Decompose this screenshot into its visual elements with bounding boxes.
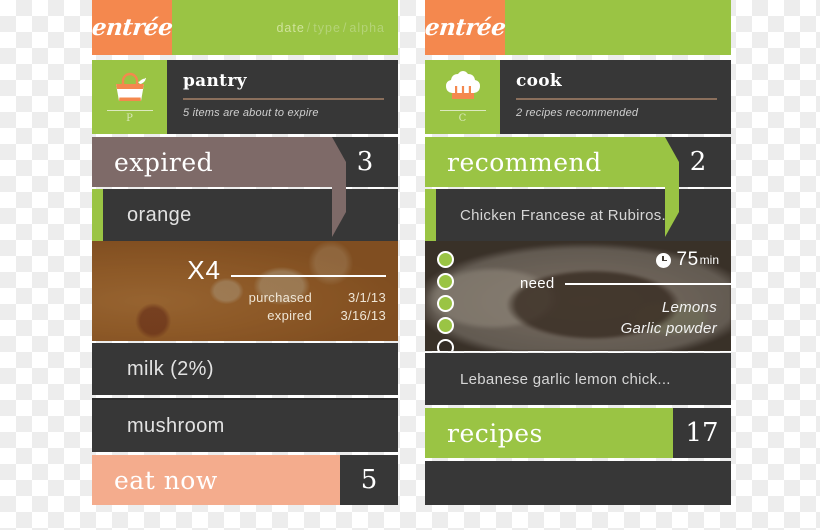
list-item-orange[interactable]: orange (92, 189, 398, 241)
icon-underline (439, 110, 486, 111)
recipes-banner[interactable]: recipes 17 (425, 408, 731, 458)
eat-now-banner-label: eat now (114, 465, 218, 495)
chef-hat-icon (444, 67, 482, 107)
pantry-icon-tile[interactable]: P (92, 60, 167, 134)
recipe-detail-card[interactable]: 75 min need Lemons Garlic powder (425, 241, 731, 351)
row-accent-bar (92, 189, 103, 241)
meta-row-expired: expired 3/16/13 (92, 308, 386, 323)
recipes-banner-fill: recipes (425, 408, 673, 458)
list-item-label: orange (127, 203, 192, 226)
need-ingredient: Garlic powder (620, 320, 717, 337)
rating-dot-1[interactable] (437, 251, 454, 268)
sort-option-alpha[interactable]: alpha (348, 21, 386, 35)
need-header: need (425, 275, 731, 292)
list-item-label: milk (2%) (127, 357, 214, 380)
cook-icon-tile[interactable]: C (425, 60, 500, 134)
list-item-milk[interactable]: milk (2%) (92, 343, 398, 395)
recommend-banner[interactable]: recommend 2 (425, 137, 731, 237)
clock-icon (655, 252, 671, 268)
pantry-section-header: P pantry 5 items are about to expire (92, 60, 398, 134)
cook-subtitle: 2 recipes recommended (516, 106, 639, 119)
row-accent-bar (425, 189, 436, 241)
quantity-line: X4 (92, 255, 386, 285)
orange-detail-card[interactable]: X4 purchased 3/1/13 expired 3/16/13 (92, 241, 398, 341)
cook-screen: entrée C cook 2 recipes recommended reco… (423, 0, 731, 530)
list-item-label: mushroom (127, 414, 225, 437)
need-label: need (520, 275, 555, 292)
basket-icon (112, 67, 148, 107)
cook-icon-key: C (458, 113, 467, 124)
recommend-banner-fill: recommend (425, 137, 679, 237)
cook-section-header: C cook 2 recipes recommended (425, 60, 731, 134)
cook-title: cook (516, 71, 563, 91)
sort-option-date[interactable]: date (275, 21, 305, 35)
cook-section-text: cook 2 recipes recommended (500, 60, 731, 134)
quantity-divider (231, 275, 386, 277)
quantity-value: X4 (187, 255, 221, 285)
expired-banner-label: expired (114, 147, 214, 177)
orange-detail-content: X4 purchased 3/1/13 expired 3/16/13 (92, 241, 398, 341)
sort-bar: date / type / alpha (172, 0, 398, 55)
recipes-banner-label: recipes (447, 418, 543, 448)
sort-bar-empty (505, 0, 731, 55)
list-item-label: Lebanese garlic lemon chick... (460, 370, 671, 388)
app-header-pantry: entrée date / type / alpha (90, 0, 398, 55)
app-logo[interactable]: entrée (90, 0, 174, 55)
app-header-cook: entrée (423, 0, 731, 55)
pantry-section-text: pantry 5 items are about to expire (167, 60, 398, 134)
list-item-mushroom[interactable]: mushroom (92, 398, 398, 452)
recommend-banner-label: recommend (447, 147, 602, 177)
banner-notch (665, 137, 679, 237)
meta-key: purchased (248, 290, 312, 305)
eat-now-count: 5 (360, 465, 378, 495)
screenshot-stage: entrée date / type / alpha P pantry 5 it… (0, 0, 820, 530)
app-logo-text: entrée (423, 14, 507, 41)
need-divider (564, 282, 731, 285)
pantry-subtitle: 5 items are about to expire (183, 106, 319, 119)
meta-row-purchased: purchased 3/1/13 (92, 290, 386, 305)
sort-option-type[interactable]: type (312, 21, 342, 35)
pantry-icon-key: P (126, 113, 133, 124)
icon-underline (106, 110, 153, 111)
rating-dot-5[interactable] (437, 339, 454, 351)
need-ingredient: Lemons (661, 299, 717, 316)
app-logo-text: entrée (90, 14, 174, 41)
cook-title-divider (516, 98, 717, 100)
cook-time: 75 min (655, 249, 719, 271)
meta-key: expired (267, 308, 312, 323)
app-logo[interactable]: entrée (423, 0, 507, 55)
expired-banner[interactable]: expired 3 (92, 137, 398, 237)
rating-dot-3[interactable] (437, 295, 454, 312)
rating-dots[interactable] (437, 251, 454, 351)
pantry-title-divider (183, 98, 384, 100)
eat-now-banner[interactable]: eat now 5 (92, 455, 398, 505)
eat-now-banner-fill: eat now (92, 455, 340, 505)
cook-time-value: 75 (676, 249, 699, 270)
meta-value: 3/1/13 (348, 290, 386, 305)
need-ingredient-list: Lemons Garlic powder (621, 299, 717, 341)
pantry-screen: entrée date / type / alpha P pantry 5 it… (90, 0, 398, 530)
list-item-label: Chicken Francese at Rubiros... (460, 206, 675, 224)
cook-bottom-filler (425, 461, 731, 505)
banner-notch (332, 137, 346, 237)
expired-banner-fill: expired (92, 137, 346, 237)
rating-dot-4[interactable] (437, 317, 454, 334)
recipes-count: 17 (685, 418, 719, 448)
list-item-chicken-francese[interactable]: Chicken Francese at Rubiros... (425, 189, 731, 241)
pantry-title: pantry (183, 71, 247, 91)
orange-meta: purchased 3/1/13 expired 3/16/13 (92, 290, 386, 326)
meta-value: 3/16/13 (340, 308, 386, 323)
cook-time-unit: min (699, 253, 719, 267)
list-item-lebanese-chicken[interactable]: Lebanese garlic lemon chick... (425, 353, 731, 405)
